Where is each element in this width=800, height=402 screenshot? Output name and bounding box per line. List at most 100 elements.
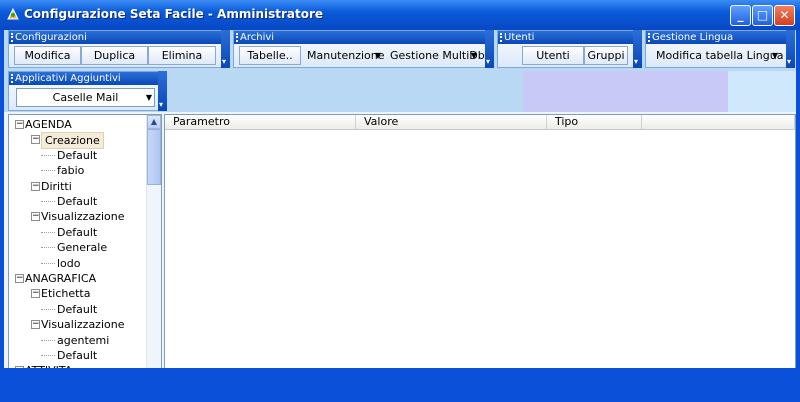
chevron-down-icon: ▼ — [470, 51, 477, 60]
group-applicativi-options-icon[interactable]: ▾ — [158, 71, 167, 111]
group-applicativi-aggiuntivi: Applicativi Aggiuntivi Caselle Mail ▼ ▾ — [8, 71, 167, 111]
group-configurazioni-header: Configurazioni — [9, 31, 229, 44]
tree-connector-line — [41, 339, 55, 341]
tree-node[interactable]: − Diritti — [9, 179, 147, 194]
group-utenti-header: Utenti — [498, 31, 641, 44]
gruppi-button[interactable]: Gruppi — [584, 46, 628, 65]
toolbar-spacer — [523, 71, 728, 112]
close-button[interactable]: ✕ — [774, 5, 795, 26]
tree-collapse-icon[interactable]: − — [15, 120, 24, 129]
chevron-down-icon: ▼ — [771, 51, 778, 60]
tree-node[interactable]: Default — [9, 225, 147, 240]
group-configurazioni-options-icon[interactable]: ▾ — [221, 30, 230, 68]
tree-node[interactable]: − Visualizzazione — [9, 209, 147, 224]
configuration-tree[interactable]: − AGENDA − Creazione Default fabio − Diritti Def… — [8, 114, 162, 400]
tree-node[interactable]: − Etichetta — [9, 286, 147, 301]
tree-collapse-icon[interactable]: − — [31, 289, 40, 299]
application-window: Configurazione Seta Facile - Amministrat… — [0, 0, 800, 402]
tree-node-label: Default — [57, 148, 98, 162]
tree-node-label: AGENDA — [25, 118, 72, 131]
group-gestione-lingua: Gestione Lingua Modifica tabella Lingua ▼… — [645, 30, 795, 68]
tree-node-label: fabio — [57, 164, 85, 178]
modifica-tabella-lingua-label: Modifica tabella Lingua — [656, 49, 784, 62]
tree-node-label: lodo — [57, 256, 81, 270]
tree-node[interactable]: − Creazione — [9, 132, 147, 150]
window-bottom-border — [0, 368, 800, 402]
tree-node-label: Default — [57, 349, 98, 362]
group-utenti-options-icon[interactable]: ▾ — [633, 30, 642, 68]
group-gestione-lingua-options-icon[interactable]: ▾ — [786, 30, 795, 68]
column-header-empty — [642, 115, 795, 130]
tree-connector-line — [41, 247, 55, 249]
parameters-grid[interactable]: Parametro Valore Tipo — [164, 114, 796, 400]
tree-node[interactable]: lodo — [9, 256, 147, 271]
chevron-down-icon: ▼ — [374, 51, 381, 60]
tree-node[interactable]: Default — [9, 148, 147, 163]
column-header-valore[interactable]: Valore — [356, 115, 547, 130]
tree-node-label: Default — [57, 195, 98, 208]
group-archivi-options-icon[interactable]: ▾ — [485, 30, 494, 68]
tree-node[interactable]: Generale — [9, 240, 147, 255]
caselle-mail-combo[interactable]: Caselle Mail ▼ — [16, 88, 155, 107]
modifica-button[interactable]: Modifica — [14, 46, 81, 65]
tree-node-label: Generale — [57, 241, 108, 255]
tree-connector-line — [41, 231, 55, 233]
group-archivi-header: Archivi — [234, 31, 493, 44]
elimina-button[interactable]: Elimina — [148, 46, 216, 65]
group-gestione-lingua-header: Gestione Lingua — [646, 31, 794, 44]
client-area: Configurazioni Modifica Duplica Elimina … — [4, 30, 796, 400]
group-archivi: Archivi Tabelle.. Manutenzione ▼ Gestione… — [233, 30, 494, 68]
utenti-button[interactable]: Utenti — [522, 46, 584, 65]
tabelle-button[interactable]: Tabelle.. — [239, 46, 301, 65]
duplica-button[interactable]: Duplica — [81, 46, 148, 65]
toolbar-ribbon: Configurazioni Modifica Duplica Elimina … — [4, 30, 796, 112]
tree-collapse-icon[interactable]: − — [15, 274, 24, 283]
app-icon — [7, 7, 19, 20]
tree-collapse-icon[interactable]: − — [31, 320, 40, 330]
tree-node-label: Visualizzazione — [41, 210, 125, 224]
title-bar[interactable]: Configurazione Seta Facile - Amministrat… — [0, 0, 800, 30]
tree-node[interactable]: Default — [9, 194, 147, 209]
tree-connector-line — [41, 355, 55, 356]
tree-vertical-scrollbar[interactable]: ▲ ▼ — [146, 115, 161, 385]
tree-connector-line — [41, 308, 55, 310]
group-applicativi-header: Applicativi Aggiuntivi — [9, 72, 166, 85]
tree-node[interactable]: Default — [9, 348, 147, 363]
group-utenti: Utenti Utenti Gruppi ▾ — [497, 30, 642, 68]
tree-node[interactable]: − AGENDA — [9, 117, 147, 132]
tree-node-label: Etichetta — [41, 287, 91, 301]
tree-connector-line — [41, 154, 55, 156]
manutenzione-label: Manutenzione — [307, 49, 385, 62]
tree-node[interactable]: Default — [9, 302, 147, 317]
toolbar-spacer-right — [728, 71, 796, 112]
tree-collapse-icon[interactable]: − — [31, 135, 40, 145]
column-header-parametro[interactable]: Parametro — [165, 115, 356, 130]
tree-node[interactable]: − ANAGRAFICA — [9, 271, 147, 286]
column-header-tipo[interactable]: Tipo — [547, 115, 642, 130]
tree-node-label: Default — [57, 302, 98, 316]
tree-node[interactable]: agentemi — [9, 333, 147, 348]
group-configurazioni: Configurazioni Modifica Duplica Elimina … — [8, 30, 230, 68]
tree-node-label: ANAGRAFICA — [25, 272, 97, 285]
tree-collapse-icon[interactable]: − — [31, 181, 40, 191]
tree-node-label: Diritti — [41, 179, 72, 193]
tree-connector-line — [41, 262, 55, 264]
tree-connector-line — [41, 201, 55, 202]
tree-node-label: Default — [57, 225, 98, 239]
manutenzione-menu[interactable]: Manutenzione ▼ — [303, 46, 385, 65]
window-title: Configurazione Seta Facile - Amministrat… — [24, 7, 324, 21]
tree-node-label: agentemi — [57, 333, 110, 347]
scroll-up-icon[interactable]: ▲ — [147, 115, 161, 129]
gestione-multidb-menu[interactable]: Gestione MultiDb ▼ — [386, 46, 485, 65]
chevron-down-icon: ▼ — [145, 93, 152, 102]
tree-connector-line — [41, 170, 55, 172]
minimize-button[interactable]: _ — [730, 5, 751, 26]
tree-node[interactable]: − Visualizzazione — [9, 317, 147, 332]
vertical-scroll-thumb[interactable] — [147, 129, 161, 185]
tree-node[interactable]: fabio — [9, 163, 147, 178]
caselle-mail-label: Caselle Mail — [52, 91, 119, 104]
tree-node-label: Visualizzazione — [41, 318, 125, 332]
modifica-tabella-lingua-menu[interactable]: Modifica tabella Lingua ▼ — [652, 46, 784, 65]
maximize-button[interactable]: □ — [752, 5, 773, 26]
tree-collapse-icon[interactable]: − — [31, 212, 40, 222]
